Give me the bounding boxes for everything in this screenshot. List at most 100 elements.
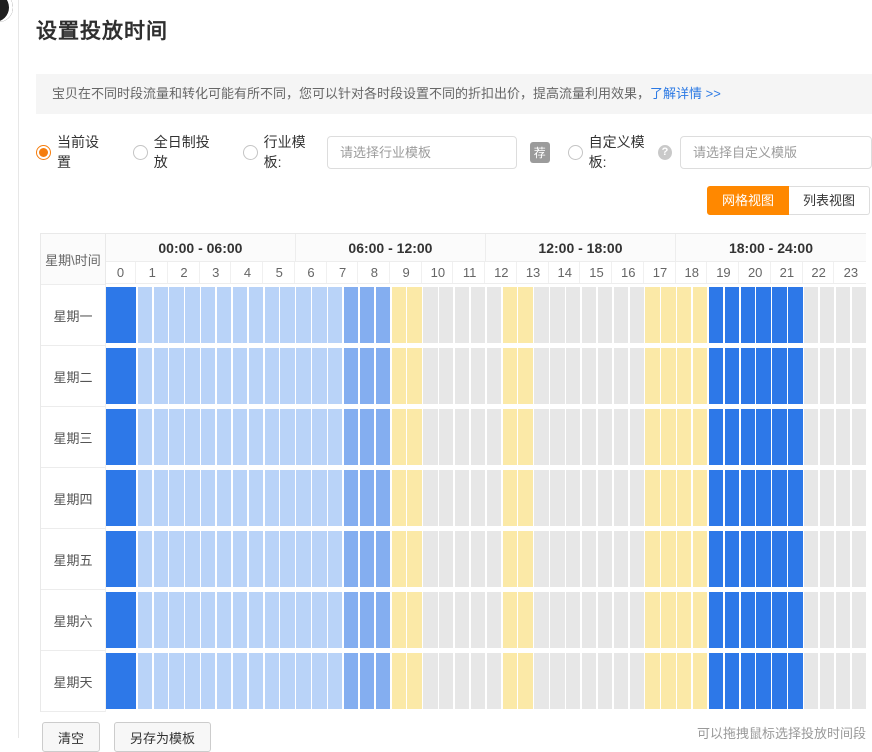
schedule-cell[interactable] bbox=[741, 653, 755, 709]
schedule-cell[interactable] bbox=[423, 592, 437, 648]
schedule-cell[interactable] bbox=[677, 470, 691, 526]
schedule-cell[interactable] bbox=[280, 470, 294, 526]
schedule-cell[interactable] bbox=[693, 592, 707, 648]
schedule-cell[interactable] bbox=[518, 348, 532, 404]
hour-label[interactable]: 22 bbox=[804, 262, 834, 283]
schedule-cell[interactable] bbox=[677, 287, 691, 343]
schedule-cell[interactable] bbox=[296, 287, 310, 343]
schedule-cell[interactable] bbox=[328, 592, 342, 648]
schedule-cell[interactable] bbox=[756, 531, 770, 587]
schedule-cell[interactable] bbox=[455, 287, 469, 343]
schedule-cell[interactable] bbox=[614, 592, 628, 648]
schedule-cell[interactable] bbox=[249, 348, 263, 404]
schedule-cell[interactable] bbox=[503, 531, 517, 587]
schedule-cell[interactable] bbox=[423, 287, 437, 343]
schedule-cell[interactable] bbox=[471, 531, 485, 587]
schedule-cell[interactable] bbox=[852, 287, 866, 343]
radio-full-day[interactable]: 全日制投放 bbox=[133, 132, 218, 172]
schedule-cell[interactable] bbox=[423, 531, 437, 587]
schedule-cell[interactable] bbox=[550, 531, 564, 587]
schedule-cell[interactable] bbox=[598, 287, 612, 343]
hour-label[interactable]: 19 bbox=[709, 262, 739, 283]
schedule-cell[interactable] bbox=[471, 592, 485, 648]
hour-label[interactable]: 10 bbox=[423, 262, 453, 283]
schedule-cell[interactable] bbox=[534, 653, 548, 709]
hour-label[interactable]: 0 bbox=[106, 262, 136, 283]
schedule-cell[interactable] bbox=[614, 348, 628, 404]
schedule-cell[interactable] bbox=[249, 531, 263, 587]
schedule-cell[interactable] bbox=[630, 409, 644, 465]
schedule-cell[interactable] bbox=[265, 287, 279, 343]
schedule-cell[interactable] bbox=[661, 592, 675, 648]
schedule-cell[interactable] bbox=[804, 287, 818, 343]
schedule-cell[interactable] bbox=[487, 592, 501, 648]
schedule-cell[interactable] bbox=[487, 470, 501, 526]
schedule-cell[interactable] bbox=[407, 287, 421, 343]
hour-label[interactable]: 14 bbox=[550, 262, 580, 283]
schedule-cell[interactable] bbox=[725, 531, 739, 587]
help-icon[interactable]: ? bbox=[658, 145, 672, 160]
schedule-cell[interactable] bbox=[645, 531, 659, 587]
schedule-cell[interactable] bbox=[566, 531, 580, 587]
schedule-cell[interactable] bbox=[376, 470, 390, 526]
schedule-cell[interactable] bbox=[392, 531, 406, 587]
schedule-cell[interactable] bbox=[772, 592, 786, 648]
clear-button[interactable]: 清空 bbox=[42, 722, 100, 752]
schedule-cell[interactable] bbox=[518, 653, 532, 709]
schedule-cell[interactable] bbox=[455, 470, 469, 526]
day-label[interactable]: 星期五 bbox=[41, 529, 106, 590]
schedule-cell[interactable] bbox=[582, 592, 596, 648]
schedule-cell[interactable] bbox=[138, 592, 152, 648]
schedule-cell[interactable] bbox=[185, 531, 199, 587]
schedule-cell[interactable] bbox=[709, 470, 723, 526]
schedule-cell[interactable] bbox=[788, 653, 802, 709]
schedule-cell[interactable] bbox=[836, 531, 850, 587]
schedule-cell[interactable] bbox=[360, 287, 374, 343]
schedule-cell[interactable] bbox=[201, 287, 215, 343]
schedule-cell[interactable] bbox=[455, 592, 469, 648]
schedule-cell[interactable] bbox=[296, 348, 310, 404]
schedule-cell[interactable] bbox=[630, 653, 644, 709]
schedule-cell[interactable] bbox=[534, 470, 548, 526]
schedule-cell[interactable] bbox=[852, 348, 866, 404]
schedule-cell[interactable] bbox=[614, 470, 628, 526]
schedule-cell[interactable] bbox=[407, 592, 421, 648]
schedule-cell[interactable] bbox=[598, 409, 612, 465]
schedule-cell[interactable] bbox=[154, 348, 168, 404]
schedule-cell[interactable] bbox=[265, 592, 279, 648]
schedule-cell[interactable] bbox=[788, 348, 802, 404]
schedule-cell[interactable] bbox=[630, 592, 644, 648]
schedule-cell[interactable] bbox=[645, 653, 659, 709]
schedule-cell[interactable] bbox=[423, 653, 437, 709]
schedule-cell[interactable] bbox=[169, 470, 183, 526]
schedule-cell[interactable] bbox=[725, 348, 739, 404]
radio-current-setting[interactable]: 当前设置 bbox=[36, 132, 108, 172]
schedule-cell[interactable] bbox=[201, 409, 215, 465]
schedule-cell[interactable] bbox=[455, 531, 469, 587]
schedule-cell[interactable] bbox=[503, 409, 517, 465]
schedule-cell[interactable] bbox=[233, 653, 247, 709]
schedule-cell[interactable] bbox=[804, 592, 818, 648]
schedule-cell[interactable] bbox=[455, 409, 469, 465]
schedule-cell[interactable] bbox=[788, 409, 802, 465]
schedule-cell[interactable] bbox=[280, 348, 294, 404]
schedule-cell[interactable] bbox=[249, 653, 263, 709]
schedule-cell[interactable] bbox=[518, 592, 532, 648]
schedule-cell[interactable] bbox=[392, 470, 406, 526]
schedule-cell[interactable] bbox=[376, 348, 390, 404]
schedule-cell[interactable] bbox=[201, 592, 215, 648]
schedule-cell[interactable] bbox=[550, 409, 564, 465]
schedule-cell[interactable] bbox=[233, 348, 247, 404]
schedule-cell[interactable] bbox=[756, 287, 770, 343]
schedule-cell[interactable] bbox=[439, 470, 453, 526]
schedule-cell[interactable] bbox=[217, 287, 231, 343]
schedule-cell[interactable] bbox=[439, 592, 453, 648]
schedule-cell[interactable] bbox=[709, 348, 723, 404]
schedule-cell[interactable] bbox=[598, 653, 612, 709]
schedule-cell[interactable] bbox=[804, 653, 818, 709]
schedule-cell[interactable] bbox=[169, 653, 183, 709]
schedule-cell[interactable] bbox=[455, 348, 469, 404]
schedule-cell[interactable] bbox=[344, 592, 358, 648]
custom-template-select[interactable] bbox=[680, 136, 872, 169]
schedule-cell[interactable] bbox=[471, 653, 485, 709]
